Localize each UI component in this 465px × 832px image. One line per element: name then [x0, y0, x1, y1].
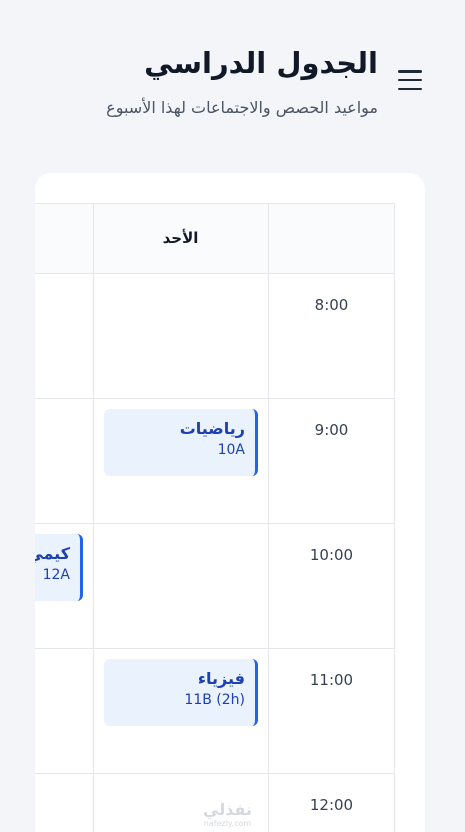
- page-subtitle: مواعيد الحصص والاجتماعات لهذا الأسبوع: [106, 98, 378, 117]
- time-slot-label: 9:00: [314, 421, 349, 439]
- row-divider: [35, 203, 395, 204]
- event-class: 10A: [217, 442, 245, 458]
- schedule-card: الأحد 8:00 9:00 10:00 11:00 12:00 رياضيا…: [35, 173, 425, 832]
- watermark-text: نفذلي: [203, 800, 252, 819]
- time-slot-label: 12:00: [309, 796, 354, 814]
- event-class: 11B (2h): [184, 692, 245, 708]
- row-divider: [35, 523, 395, 524]
- row-divider: [35, 773, 268, 774]
- time-slot-label: 8:00: [314, 296, 349, 314]
- day-header-sunday: الأحد: [162, 229, 199, 247]
- watermark-url: nafezly.com: [203, 819, 252, 828]
- menu-icon[interactable]: [398, 70, 422, 90]
- time-slot-label: 11:00: [309, 671, 354, 689]
- column-divider: [93, 203, 94, 832]
- row-divider: [35, 273, 395, 274]
- row-divider: [35, 648, 395, 649]
- event-class: 12A: [42, 567, 70, 583]
- watermark-logo: نفذلي nafezly.com: [203, 800, 252, 828]
- event-physics[interactable]: فيزياء 11B (2h): [104, 659, 258, 726]
- event-chemistry[interactable]: كيمي 12A: [35, 534, 83, 601]
- event-math[interactable]: رياضيات 10A: [104, 409, 258, 476]
- event-subject: فيزياء: [197, 669, 245, 688]
- row-divider: [268, 773, 395, 774]
- event-subject: رياضيات: [179, 419, 245, 438]
- event-subject: كيمي: [35, 544, 70, 563]
- row-divider: [35, 398, 395, 399]
- page-title: الجدول الدراسي: [144, 46, 378, 80]
- time-slot-label: 10:00: [309, 546, 354, 564]
